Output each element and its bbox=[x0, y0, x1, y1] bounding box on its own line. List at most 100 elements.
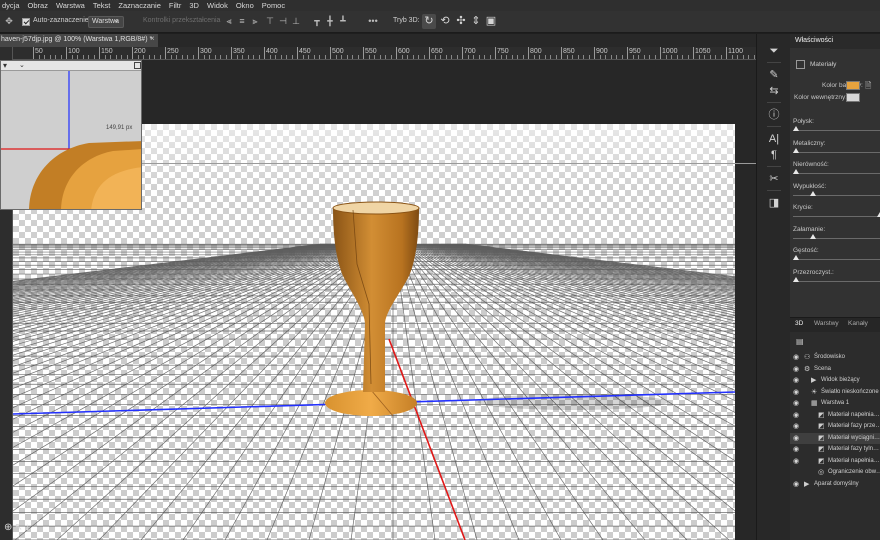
history-icon[interactable]: ⏷ bbox=[757, 44, 791, 58]
visibility-eye-icon[interactable]: ◉ bbox=[793, 352, 799, 363]
slider-knob[interactable] bbox=[793, 255, 799, 260]
slider-track[interactable] bbox=[793, 280, 880, 282]
menu-image[interactable]: Obraz bbox=[28, 1, 48, 10]
slider-knob[interactable] bbox=[793, 169, 799, 174]
tab-layers[interactable]: Warstwy bbox=[814, 320, 839, 327]
visibility-eye-icon[interactable]: ◉ bbox=[793, 421, 799, 432]
visibility-eye-icon[interactable]: ◉ bbox=[793, 410, 799, 421]
slider-knob[interactable] bbox=[809, 190, 816, 196]
brush-settings-icon[interactable]: ✎ bbox=[757, 68, 791, 82]
scene-tree-item[interactable]: ◉ ◩ Materiał fazy tyln… bbox=[790, 444, 880, 455]
top-ruler[interactable]: 50 100 150 200 250 300 350 400 450 500 550 600 650 70… bbox=[0, 47, 854, 60]
material-tab-row[interactable]: Materiały bbox=[796, 60, 836, 69]
character-icon[interactable]: A| bbox=[757, 132, 791, 146]
scene-tree-item[interactable]: ◉ ⚙ Scena bbox=[790, 364, 880, 375]
auto-select-checkbox[interactable] bbox=[22, 18, 30, 26]
menu-edit[interactable]: dycja bbox=[2, 1, 20, 10]
scene-tree-item[interactable]: ◉ ⚇ Środowisko bbox=[790, 352, 880, 363]
adjustments-icon[interactable]: ⇆ bbox=[757, 84, 791, 98]
roll-3d-icon[interactable]: ⟲ bbox=[438, 14, 452, 29]
slide-3d-icon[interactable]: ⇕ bbox=[469, 14, 483, 29]
menu-3d[interactable]: 3D bbox=[189, 1, 199, 10]
scene-tree-item[interactable]: ◉ ◩ Materiał wyciągni… bbox=[790, 432, 880, 444]
ruler-minor-tick bbox=[390, 55, 392, 59]
slider-track[interactable] bbox=[793, 151, 880, 153]
auto-select-target-dropdown[interactable]: Warstwa bbox=[88, 15, 124, 28]
align-center-icon[interactable]: ≡ bbox=[237, 16, 247, 27]
secondary-view-swap-icon[interactable] bbox=[134, 62, 141, 69]
slider-track[interactable] bbox=[793, 216, 880, 217]
slider-track[interactable] bbox=[793, 173, 880, 174]
align-right-icon[interactable]: ⫸ bbox=[250, 16, 260, 27]
orbit-3d-icon[interactable]: ↻ bbox=[422, 14, 436, 29]
reset-widget-icon[interactable]: ↓ bbox=[25, 522, 30, 533]
tab-channels[interactable]: Kanały bbox=[848, 320, 868, 327]
visibility-eye-icon[interactable]: ◉ bbox=[793, 456, 799, 467]
visibility-eye-icon[interactable]: ◉ bbox=[793, 398, 799, 409]
scene-tree-item[interactable]: ◉ ▦ Warstwa 1 bbox=[790, 398, 880, 409]
menu-window[interactable]: Okno bbox=[236, 1, 254, 10]
scene-tree-item-label: Środowisko bbox=[814, 354, 846, 360]
slider-knob[interactable] bbox=[793, 147, 799, 153]
secondary-view[interactable]: ▾ ⌄ 149,91 px bbox=[0, 60, 142, 210]
slider-track[interactable] bbox=[793, 259, 880, 260]
menu-select[interactable]: Zaznaczanie bbox=[118, 1, 161, 10]
slider-track[interactable] bbox=[793, 237, 880, 239]
base-color-texture-icon[interactable]: 🗎 bbox=[865, 80, 871, 94]
ruler-major-tick bbox=[132, 47, 133, 59]
distribute-middle-icon[interactable]: ╋ bbox=[325, 16, 335, 27]
orbit-widget-icon[interactable]: ⊕ bbox=[4, 522, 12, 533]
visibility-eye-icon[interactable]: ◉ bbox=[793, 387, 799, 398]
scene-tree-item[interactable]: ◉ ▶ Widok bieżący bbox=[790, 375, 880, 386]
secondary-view-menu-icon[interactable]: ▾ bbox=[3, 61, 7, 71]
emissive-color-swatch[interactable] bbox=[846, 93, 860, 102]
scene-tree-item[interactable]: ◉ ▶ Aparat domyślny bbox=[790, 479, 880, 490]
ellipsis-icon[interactable]: ••• bbox=[368, 16, 378, 27]
visibility-eye-icon[interactable]: ◉ bbox=[793, 364, 799, 375]
distribute-bottom-icon[interactable]: ┻ bbox=[338, 16, 348, 27]
visibility-eye-icon[interactable]: ◉ bbox=[793, 433, 799, 444]
scene-tree-item[interactable]: ◉ ◩ Materiał napełnia… bbox=[790, 456, 880, 467]
menu-filter[interactable]: Filtr bbox=[169, 1, 182, 10]
align-bottom-icon[interactable]: ⊥ bbox=[291, 16, 301, 27]
align-left-icon[interactable]: ⫷ bbox=[224, 16, 234, 27]
paragraph-icon[interactable]: ¶ bbox=[757, 148, 791, 162]
slider-label: Przezroczyst.: bbox=[793, 268, 834, 276]
slider-knob[interactable] bbox=[793, 276, 799, 282]
menu-view[interactable]: Widok bbox=[207, 1, 228, 10]
slider-track[interactable] bbox=[793, 194, 880, 196]
close-icon[interactable]: × bbox=[150, 34, 155, 43]
scene-tree-item[interactable]: ◉ ☀ Światło nieskończone bbox=[790, 387, 880, 398]
visibility-eye-icon[interactable]: ◉ bbox=[793, 479, 799, 490]
scene-tree-item[interactable]: ◉ ◩ Materiał napełnia… bbox=[790, 410, 880, 421]
menu-layer[interactable]: Warstwa bbox=[56, 1, 85, 10]
scene-tree-item[interactable]: ◉ ◩ Materiał fazy prze… bbox=[790, 421, 880, 432]
transform-controls-label[interactable]: Kontrolki przekształcenia bbox=[143, 17, 220, 24]
menu-help[interactable]: Pomoc bbox=[262, 1, 285, 10]
menu-type[interactable]: Tekst bbox=[93, 1, 111, 10]
scene-tree-item[interactable]: ◎ Ograniczenie obw… bbox=[790, 467, 880, 478]
secondary-view-options-icon[interactable]: ⌄ bbox=[19, 61, 25, 71]
base-color-swatch[interactable] bbox=[846, 81, 860, 90]
secondary-view-readout: 149,91 px bbox=[106, 125, 133, 131]
align-middle-icon[interactable]: ⊣ bbox=[278, 16, 288, 27]
pan-3d-icon[interactable]: ✣ bbox=[454, 14, 468, 29]
slider-track[interactable] bbox=[793, 130, 880, 131]
tools-icon[interactable]: ✂ bbox=[757, 172, 791, 186]
3d-panel-icon[interactable]: ◨ bbox=[757, 196, 791, 210]
slider-knob[interactable] bbox=[809, 233, 816, 239]
align-top-icon[interactable]: ⊤ bbox=[265, 16, 275, 27]
distribute-top-icon[interactable]: ┳ bbox=[312, 16, 322, 27]
slider-knob[interactable] bbox=[793, 126, 799, 131]
tab-3d[interactable]: 3D bbox=[795, 320, 803, 327]
filter-all-icon[interactable]: ▤ bbox=[796, 337, 804, 346]
properties-tab[interactable]: Właściwości bbox=[790, 34, 880, 49]
visibility-eye-icon[interactable]: ◉ bbox=[793, 375, 799, 386]
document-tab[interactable]: haven-j57djp.jpg @ 100% (Warstwa 1,RGB/8… bbox=[0, 34, 158, 47]
visibility-eye-icon[interactable]: ◉ bbox=[793, 444, 799, 455]
ruler-label: 400 bbox=[266, 48, 278, 55]
pan-widget-icon[interactable]: ↖ bbox=[14, 522, 22, 533]
scale-3d-icon[interactable]: ▣ bbox=[484, 14, 498, 29]
info-icon[interactable]: ⓘ bbox=[757, 108, 791, 122]
move-tool-options-icon[interactable]: ✥ bbox=[4, 16, 14, 27]
